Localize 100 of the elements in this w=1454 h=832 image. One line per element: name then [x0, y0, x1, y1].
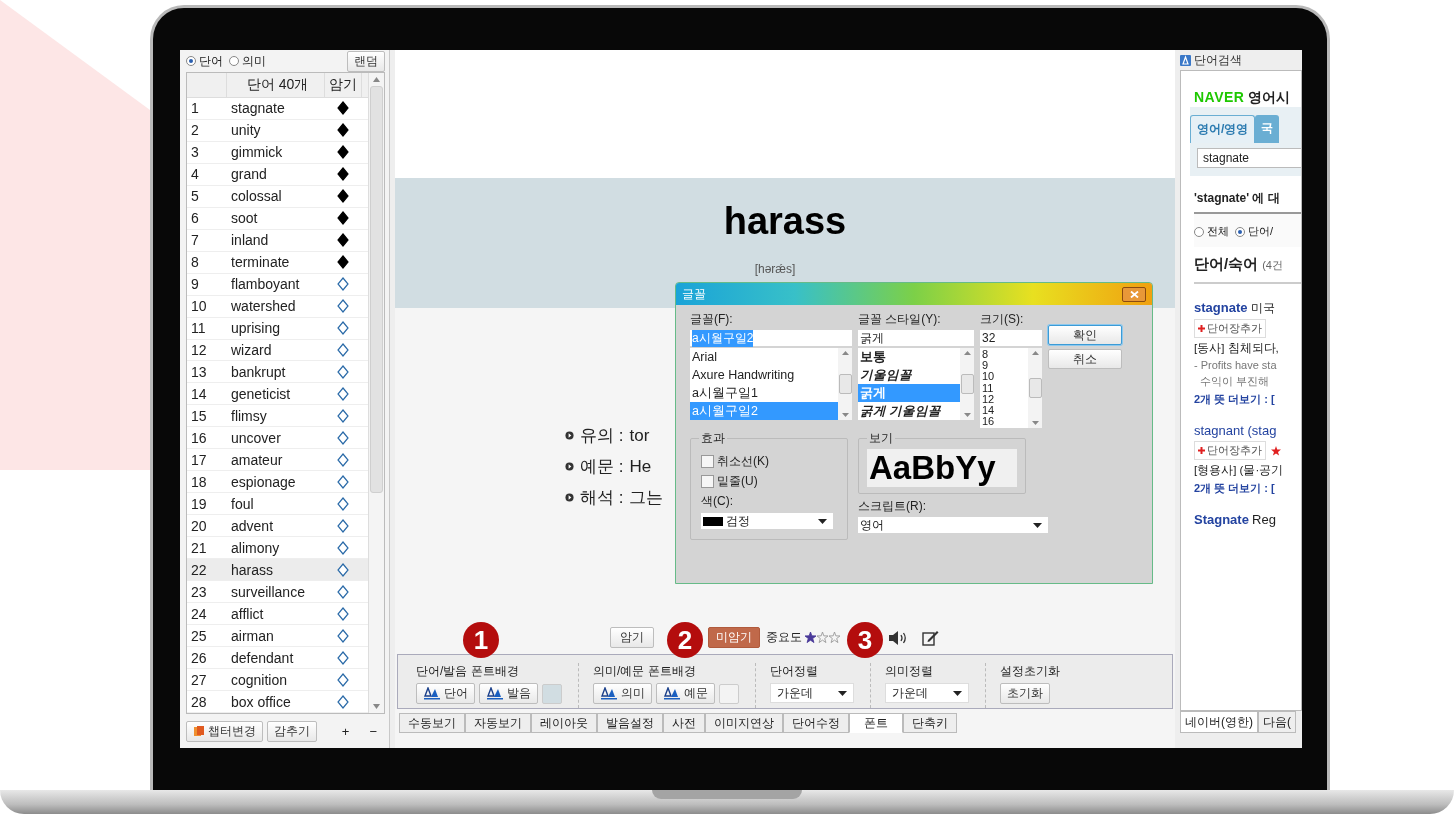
word-row[interactable]: 4 grand: [187, 163, 368, 186]
background-color-swatch[interactable]: [719, 683, 739, 704]
word-row[interactable]: 13 bankrupt: [187, 361, 368, 384]
size-option[interactable]: 12: [980, 393, 1028, 405]
tab[interactable]: 발음설정: [597, 713, 663, 733]
alignment-select[interactable]: 가운데: [770, 683, 854, 703]
word-row[interactable]: 11 uprising: [187, 317, 368, 340]
word-row[interactable]: 3 gimmick: [187, 141, 368, 164]
tab[interactable]: 자동보기: [465, 713, 531, 733]
style-option[interactable]: 기울임꼴: [858, 366, 960, 384]
font-option[interactable]: Arial: [690, 348, 838, 366]
scroll-down-icon[interactable]: [963, 413, 971, 417]
font-button[interactable]: 의미: [593, 683, 652, 704]
scroll-up-icon[interactable]: [373, 77, 380, 82]
word-row[interactable]: 5 colossal: [187, 185, 368, 208]
random-button[interactable]: 랜덤: [347, 50, 385, 72]
word-row[interactable]: 12 wizard: [187, 339, 368, 362]
hide-button[interactable]: 감추기: [267, 720, 317, 742]
checkbox-option[interactable]: 밑줄(U): [701, 473, 837, 490]
word-row[interactable]: 14 geneticist: [187, 383, 368, 406]
scroll-down-icon[interactable]: [1031, 421, 1039, 425]
font-option[interactable]: a시월구일1: [690, 384, 838, 402]
unmemorized-button[interactable]: 미암기: [708, 627, 760, 648]
size-option[interactable]: 10: [980, 370, 1028, 382]
tab[interactable]: 레이아웃: [531, 713, 597, 733]
filter-radio[interactable]: 전체: [1194, 224, 1229, 239]
headword-link[interactable]: Stagnate: [1194, 512, 1249, 527]
edit-icon[interactable]: [922, 629, 939, 646]
style-option[interactable]: 굵게 기울임꼴: [858, 402, 960, 420]
color-select[interactable]: 검정: [701, 513, 833, 529]
size-option[interactable]: 14: [980, 404, 1028, 416]
word-row[interactable]: 28 box office: [187, 691, 368, 713]
word-row[interactable]: 19 foul: [187, 493, 368, 516]
ok-button[interactable]: 확인: [1048, 325, 1122, 345]
star-icon[interactable]: [829, 632, 840, 643]
dictionary-source-tab[interactable]: 다음(: [1258, 711, 1296, 733]
word-row[interactable]: 10 watershed: [187, 295, 368, 318]
size-option[interactable]: 9: [980, 359, 1028, 371]
star-icon[interactable]: [817, 632, 828, 643]
checkbox-option[interactable]: 취소선(K): [701, 453, 837, 470]
scroll-thumb[interactable]: [960, 374, 974, 394]
speaker-icon[interactable]: [888, 629, 908, 646]
scroll-thumb[interactable]: [1028, 378, 1042, 398]
script-select[interactable]: 영어: [858, 517, 1048, 533]
scroll-down-icon[interactable]: [841, 413, 849, 417]
tab[interactable]: 이미지연상: [705, 713, 783, 733]
word-row[interactable]: 9 flamboyant: [187, 273, 368, 296]
word-row[interactable]: 16 uncover: [187, 427, 368, 450]
add-wordbook-button[interactable]: 단어장추가: [1194, 441, 1266, 460]
font-option[interactable]: Axure Handwriting: [690, 366, 838, 384]
tab[interactable]: 폰트: [849, 713, 903, 733]
close-button[interactable]: [1122, 286, 1146, 302]
scroll-up-icon[interactable]: [1031, 351, 1039, 355]
panel-tab[interactable]: 단어검색: [1194, 51, 1242, 69]
radio-option[interactable]: 단어: [186, 52, 223, 70]
chapter-change-button[interactable]: 챕터변경: [186, 720, 263, 742]
tab[interactable]: 사전: [663, 713, 705, 733]
filter-radio[interactable]: 단어/: [1235, 224, 1274, 239]
size-option[interactable]: 8: [980, 348, 1028, 360]
style-option[interactable]: 보통: [858, 348, 960, 366]
star-icon[interactable]: [805, 632, 816, 643]
reset-button[interactable]: 초기화: [1000, 683, 1050, 704]
word-row[interactable]: 20 advent: [187, 515, 368, 538]
tab[interactable]: 수동보기: [399, 713, 465, 733]
tab[interactable]: 단축키: [903, 713, 957, 733]
word-row[interactable]: 24 afflict: [187, 603, 368, 626]
alignment-select[interactable]: 가운데: [885, 683, 969, 703]
word-row[interactable]: 8 terminate: [187, 251, 368, 274]
font-button[interactable]: 발음: [479, 683, 538, 704]
more-meanings-link[interactable]: 2개 뜻 더보기 : [: [1194, 481, 1301, 496]
scroll-down-icon[interactable]: [373, 704, 380, 709]
word-row[interactable]: 2 unity: [187, 119, 368, 142]
more-meanings-link[interactable]: 2개 뜻 더보기 : [: [1194, 392, 1301, 407]
scroll-up-icon[interactable]: [841, 351, 849, 355]
word-row[interactable]: 25 airman: [187, 625, 368, 648]
font-size-field[interactable]: 32: [980, 330, 1042, 346]
word-row[interactable]: 6 soot: [187, 207, 368, 230]
word-row[interactable]: 26 defendant: [187, 647, 368, 670]
word-row[interactable]: 27 cognition: [187, 669, 368, 691]
word-row[interactable]: 15 flimsy: [187, 405, 368, 428]
add-button[interactable]: +: [333, 723, 358, 739]
headword-link[interactable]: stagnate: [1194, 300, 1248, 315]
font-style-field[interactable]: 굵게: [858, 330, 974, 346]
headword-link[interactable]: stagnant (stag: [1194, 423, 1277, 438]
word-row[interactable]: 18 espionage: [187, 471, 368, 494]
word-row[interactable]: 22 harass: [187, 559, 368, 582]
memorized-button[interactable]: 암기: [610, 627, 654, 648]
size-option[interactable]: 16: [980, 415, 1028, 428]
size-option[interactable]: 11: [980, 381, 1028, 394]
font-button[interactable]: 단어: [416, 683, 475, 704]
search-field[interactable]: stagnate: [1197, 148, 1301, 168]
word-row[interactable]: 1 stagnate: [187, 97, 368, 120]
tab[interactable]: 단어수정: [783, 713, 849, 733]
dictionary-tab[interactable]: 영어/영영: [1190, 115, 1256, 143]
scroll-thumb[interactable]: [838, 374, 852, 394]
background-color-swatch[interactable]: [542, 683, 562, 704]
remove-button[interactable]: −: [361, 723, 385, 739]
word-row[interactable]: 17 amateur: [187, 449, 368, 472]
font-button[interactable]: 예문: [656, 683, 715, 704]
scroll-up-icon[interactable]: [963, 351, 971, 355]
